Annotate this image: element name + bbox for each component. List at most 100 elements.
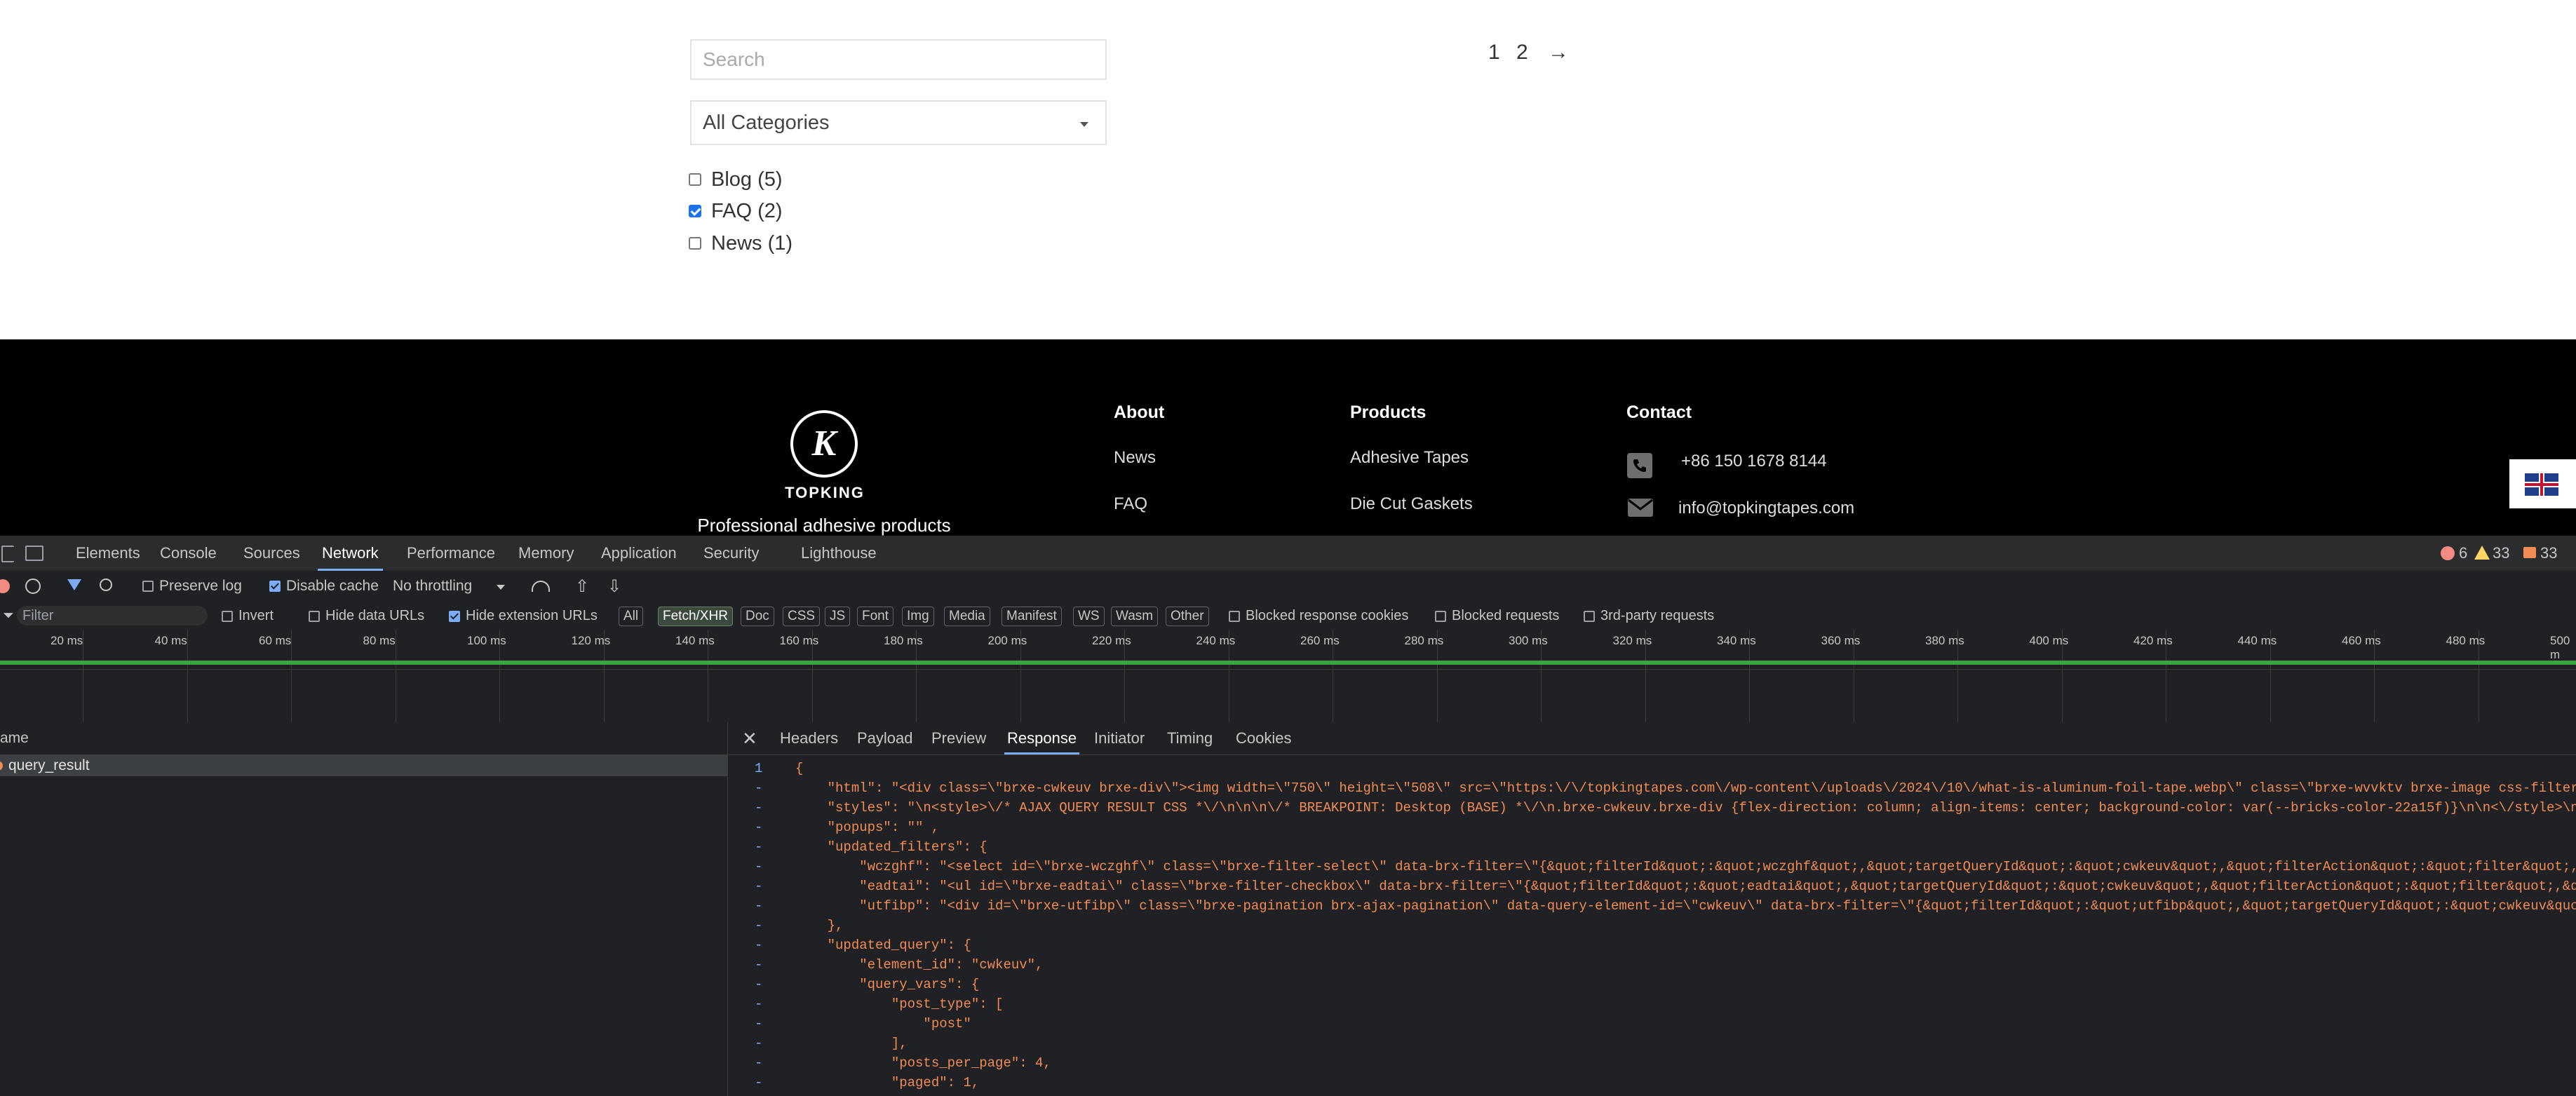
category-filter-news[interactable]: News (1) xyxy=(689,229,793,257)
checkbox[interactable] xyxy=(689,237,701,250)
tab-console[interactable]: Console xyxy=(160,536,217,571)
throttling-select[interactable]: No throttling xyxy=(393,571,472,602)
clear-icon[interactable] xyxy=(25,579,41,594)
pagination-page-2[interactable]: 2 xyxy=(1516,41,1528,65)
tab-lighthouse[interactable]: Lighthouse xyxy=(801,536,877,571)
tab-security[interactable]: Security xyxy=(703,536,759,571)
upload-icon[interactable]: ⇧ xyxy=(575,576,589,597)
blocked-cookies-toggle[interactable]: Blocked response cookies xyxy=(1229,602,1408,630)
tab-network[interactable]: Network xyxy=(318,536,383,571)
footer-link-news[interactable]: News xyxy=(1114,448,1156,468)
search-input[interactable]: Search xyxy=(690,39,1107,80)
line-gutter[interactable]: - xyxy=(755,778,797,798)
type-filter-font[interactable]: Font xyxy=(857,607,894,626)
checkbox[interactable] xyxy=(222,610,233,622)
line-gutter[interactable]: - xyxy=(755,1014,797,1034)
tab-response[interactable]: Response xyxy=(1004,722,1080,755)
network-conditions-icon[interactable] xyxy=(532,581,550,592)
tab-initiator[interactable]: Initiator xyxy=(1094,722,1145,755)
device-toolbar-icon[interactable] xyxy=(25,546,43,561)
checkbox[interactable] xyxy=(1435,610,1446,622)
type-filter-all[interactable]: All xyxy=(619,607,644,626)
line-gutter[interactable]: 1 xyxy=(755,759,797,778)
line-gutter[interactable]: - xyxy=(755,1053,797,1073)
line-gutter[interactable]: - xyxy=(755,896,797,916)
line-gutter[interactable]: - xyxy=(755,857,797,877)
type-filter-doc[interactable]: Doc xyxy=(741,607,774,626)
type-filter-media[interactable]: Media xyxy=(944,607,990,626)
footer-link-adhesive-tapes[interactable]: Adhesive Tapes xyxy=(1350,448,1469,468)
footer-phone[interactable]: +86 150 1678 8144 xyxy=(1681,452,1827,471)
download-icon[interactable]: ⇩ xyxy=(607,576,621,597)
filter-input[interactable]: Filter xyxy=(17,606,208,625)
close-icon[interactable]: ✕ xyxy=(742,728,757,750)
line-gutter[interactable]: - xyxy=(755,837,797,857)
pagination-next[interactable]: → xyxy=(1548,41,1569,65)
checkbox[interactable] xyxy=(142,581,154,593)
column-name-header[interactable]: ame xyxy=(0,722,29,755)
type-filter-js[interactable]: JS xyxy=(825,607,851,626)
footer-link-die-cut-gaskets[interactable]: Die Cut Gaskets xyxy=(1350,494,1473,514)
hide-data-urls-toggle[interactable]: Hide data URLs xyxy=(309,602,424,630)
tab-payload[interactable]: Payload xyxy=(857,722,913,755)
third-party-toggle[interactable]: 3rd-party requests xyxy=(1584,602,1714,630)
tab-timing[interactable]: Timing xyxy=(1167,722,1213,755)
blocked-requests-toggle[interactable]: Blocked requests xyxy=(1435,602,1559,630)
line-gutter[interactable]: - xyxy=(755,955,797,975)
type-filter-wasm[interactable]: Wasm xyxy=(1111,607,1159,626)
filter-icon[interactable] xyxy=(67,579,81,590)
search-icon[interactable] xyxy=(100,579,112,591)
error-icon[interactable] xyxy=(2441,546,2455,560)
checkbox[interactable] xyxy=(1584,610,1595,622)
tab-preview[interactable]: Preview xyxy=(931,722,986,755)
tab-memory[interactable]: Memory xyxy=(518,536,574,571)
hide-extension-urls-toggle[interactable]: Hide extension URLs xyxy=(449,602,598,630)
checkbox-checked[interactable] xyxy=(689,205,701,217)
line-gutter[interactable]: - xyxy=(755,994,797,1014)
checkbox[interactable] xyxy=(689,173,701,186)
issues-icon[interactable] xyxy=(2523,547,2536,558)
tab-performance[interactable]: Performance xyxy=(407,536,495,571)
type-filter-fetch-xhr[interactable]: Fetch/XHR xyxy=(658,607,733,626)
line-gutter[interactable]: - xyxy=(755,916,797,935)
line-gutter[interactable]: - xyxy=(755,818,797,837)
disable-cache-toggle[interactable]: Disable cache xyxy=(269,571,379,602)
language-switcher[interactable] xyxy=(2509,459,2576,508)
topking-logo[interactable]: K xyxy=(790,410,858,478)
warning-icon[interactable] xyxy=(2474,546,2490,560)
error-count[interactable]: 6 xyxy=(2459,536,2467,571)
footer-email[interactable]: info@topkingtapes.com xyxy=(1678,499,1854,518)
request-list-header[interactable]: ame xyxy=(0,722,727,755)
checkbox[interactable] xyxy=(309,610,320,622)
line-gutter[interactable]: - xyxy=(755,877,797,896)
footer-link-faq[interactable]: FAQ xyxy=(1114,494,1147,514)
category-filter-faq[interactable]: FAQ (2) xyxy=(689,197,783,225)
pagination-page-1[interactable]: 1 xyxy=(1488,41,1500,65)
tab-cookies[interactable]: Cookies xyxy=(1236,722,1291,755)
type-filter-manifest[interactable]: Manifest xyxy=(1002,607,1062,626)
checkbox[interactable] xyxy=(1229,610,1240,622)
line-gutter[interactable]: - xyxy=(755,1034,797,1053)
line-gutter[interactable]: - xyxy=(755,935,797,955)
warning-count[interactable]: 33 xyxy=(2493,536,2509,571)
chevron-down-icon[interactable] xyxy=(497,585,505,590)
line-gutter[interactable]: - xyxy=(755,798,797,818)
inspect-element-icon[interactable] xyxy=(1,546,14,562)
tab-sources[interactable]: Sources xyxy=(243,536,300,571)
tab-application[interactable]: Application xyxy=(601,536,677,571)
record-icon[interactable] xyxy=(0,579,10,593)
request-name[interactable]: query_result xyxy=(8,755,90,776)
response-body[interactable]: 1{- "html": "<div class=\"brxe-cwkeuv br… xyxy=(728,759,2576,1096)
tab-elements[interactable]: Elements xyxy=(76,536,140,571)
checkbox-checked[interactable] xyxy=(449,610,460,622)
tab-headers[interactable]: Headers xyxy=(780,722,838,755)
line-gutter[interactable]: - xyxy=(755,975,797,994)
type-filter-img[interactable]: Img xyxy=(902,607,934,626)
checkbox-checked[interactable] xyxy=(269,581,281,593)
type-filter-other[interactable]: Other xyxy=(1166,607,1209,626)
preserve-log-toggle[interactable]: Preserve log xyxy=(142,571,242,602)
issues-count[interactable]: 33 xyxy=(2540,536,2557,571)
type-filter-css[interactable]: CSS xyxy=(783,607,821,626)
table-row[interactable]: query_result xyxy=(0,755,727,776)
line-gutter[interactable]: - xyxy=(755,1073,797,1092)
